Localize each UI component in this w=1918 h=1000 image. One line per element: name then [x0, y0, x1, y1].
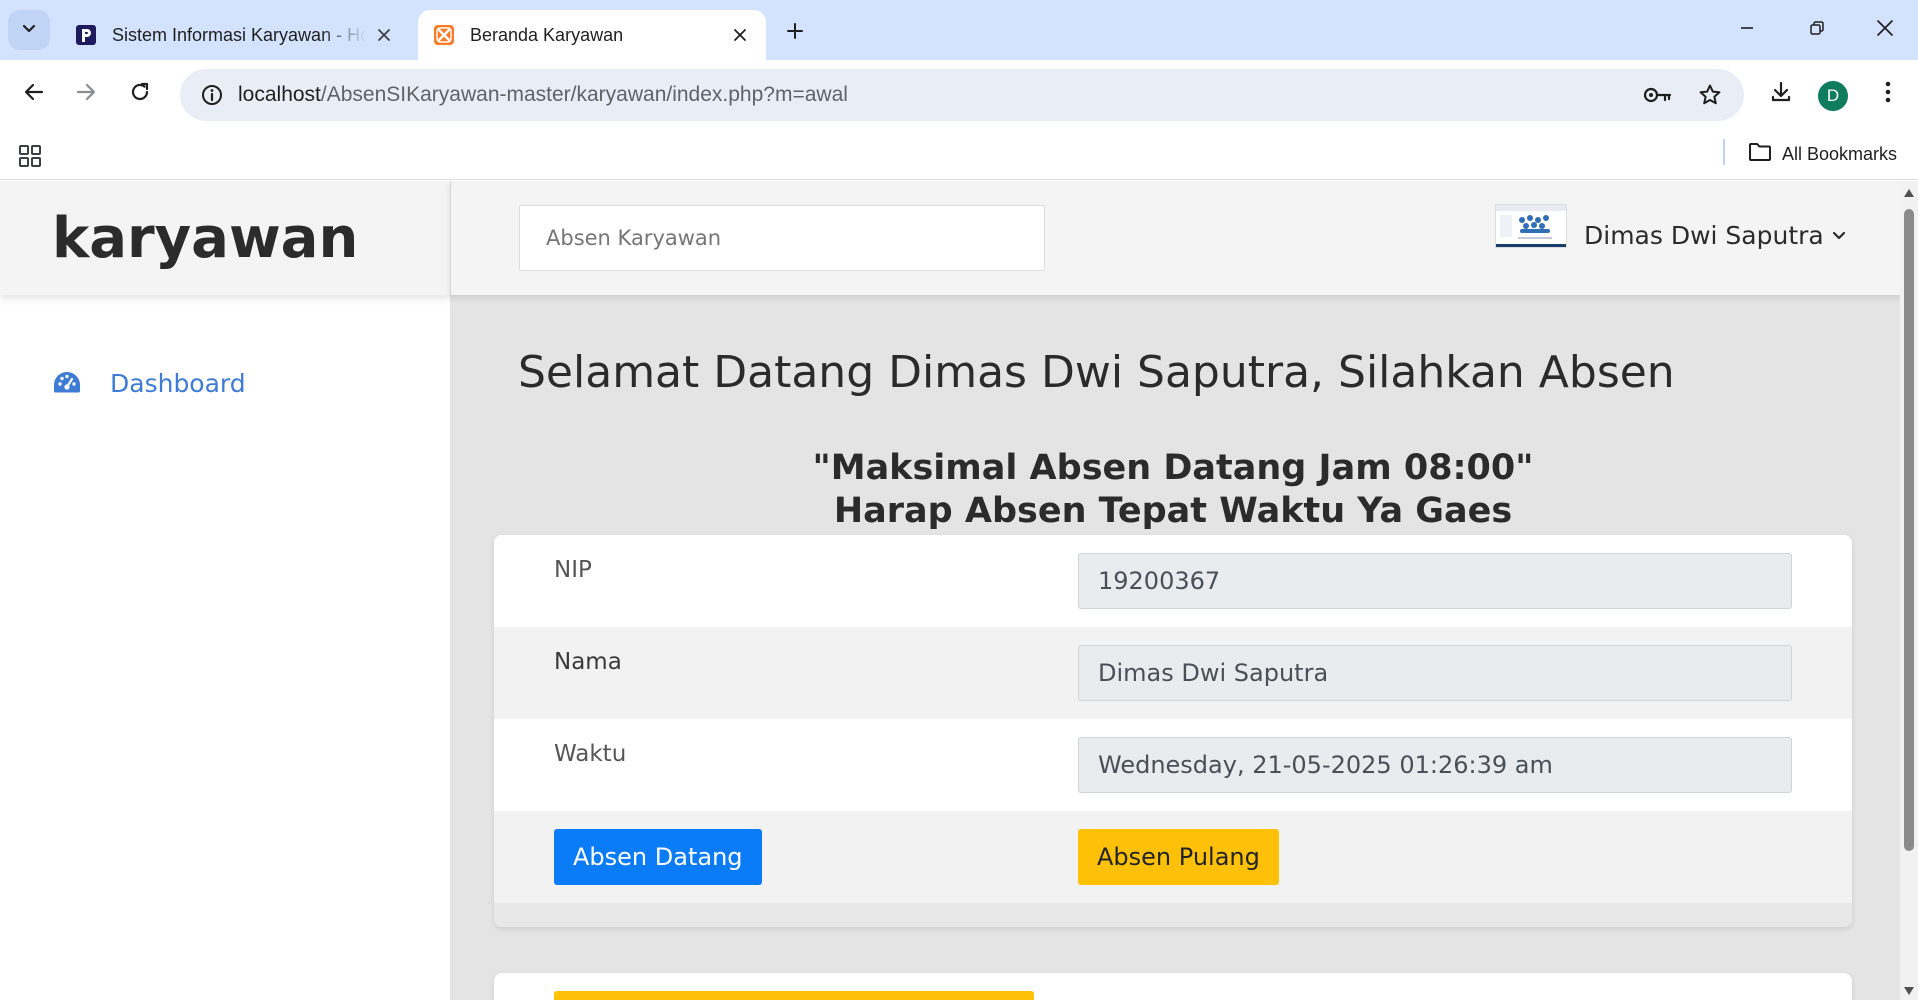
browser-menu-button[interactable]: [1866, 72, 1910, 116]
tab-title: Sistem Informasi Karyawan - Ho: [112, 24, 366, 45]
bookmark-star-icon[interactable]: [1688, 73, 1732, 117]
sidebar-item-label: Dashboard: [110, 369, 246, 398]
close-tab-icon[interactable]: [728, 23, 752, 47]
forward-button[interactable]: [64, 72, 108, 116]
bookmarks-bar: All Bookmarks: [0, 130, 1918, 180]
chevron-down-icon: [21, 20, 37, 40]
waktu-field[interactable]: [1078, 737, 1792, 793]
download-icon: [1769, 80, 1793, 108]
bookmarks-separator: [1723, 139, 1725, 165]
tab-sistem-informasi[interactable]: Sistem Informasi Karyawan - Ho: [60, 10, 410, 60]
close-window-button[interactable]: [1860, 10, 1910, 50]
nip-label: NIP: [554, 557, 592, 583]
browser-tab-strip: Sistem Informasi Karyawan - Ho Beranda K…: [0, 0, 1918, 60]
scroll-up-arrow[interactable]: [1904, 189, 1914, 197]
address-bar[interactable]: localhost/AbsenSIKaryawan-master/karyawa…: [180, 69, 1744, 121]
form-row-nip: NIP: [494, 535, 1852, 627]
back-button[interactable]: [12, 72, 56, 116]
secondary-card: [494, 973, 1852, 1000]
site-info-icon[interactable]: [186, 69, 238, 121]
all-bookmarks-label: All Bookmarks: [1782, 143, 1898, 164]
reload-button[interactable]: [118, 72, 162, 116]
p-logo-icon: [74, 23, 98, 47]
notice-line-1: "Maksimal Absen Datang Jam 08:00": [812, 448, 1534, 488]
minimize-icon: [1739, 20, 1755, 40]
page-scrollbar[interactable]: [1900, 181, 1918, 1000]
restore-button[interactable]: [1792, 10, 1842, 50]
user-name: Dimas Dwi Saputra: [1584, 221, 1824, 250]
form-row-waktu: Waktu: [494, 719, 1852, 811]
nama-label: Nama: [554, 649, 622, 675]
url-text[interactable]: localhost/AbsenSIKaryawan-master/karyawa…: [238, 83, 848, 107]
sidebar-item-dashboard[interactable]: Dashboard: [52, 369, 246, 398]
reload-icon: [129, 81, 151, 107]
notice-line-2: Harap Absen Tepat Waktu Ya Gaes: [833, 491, 1513, 531]
profile-avatar[interactable]: D: [1818, 81, 1848, 111]
form-row-actions: Absen Datang Absen Pulang: [494, 811, 1852, 903]
scrollbar-thumb[interactable]: [1904, 209, 1914, 851]
card-footer: [494, 903, 1852, 927]
xampp-icon: [432, 23, 456, 47]
minimize-button[interactable]: [1722, 10, 1772, 50]
brand-title[interactable]: karyawan: [52, 206, 358, 271]
folder-icon: [1748, 141, 1782, 168]
all-bookmarks-button[interactable]: All Bookmarks: [1748, 136, 1897, 172]
page-viewport: karyawan Dashboard Dim: [0, 181, 1918, 1000]
scroll-down-arrow[interactable]: [1904, 987, 1914, 995]
user-menu-toggle[interactable]: Dimas Dwi Saputra: [1584, 221, 1846, 250]
user-avatar[interactable]: [1496, 205, 1566, 247]
waktu-label: Waktu: [554, 741, 627, 767]
nip-field[interactable]: [1078, 553, 1792, 609]
restore-icon: [1809, 20, 1825, 40]
form-row-nama: Nama: [494, 627, 1852, 719]
downloads-button[interactable]: [1759, 72, 1803, 116]
more-vertical-icon: [1885, 81, 1891, 107]
chevron-down-icon: [1832, 231, 1846, 241]
password-key-icon[interactable]: [1636, 73, 1680, 117]
tab-title: Beranda Karyawan: [470, 24, 624, 45]
page-title: Selamat Datang Dimas Dwi Saputra, Silahk…: [518, 347, 1675, 398]
browser-toolbar: localhost/AbsenSIKaryawan-master/karyawa…: [0, 60, 1918, 130]
absen-pulang-button[interactable]: Absen Pulang: [1078, 829, 1279, 885]
search-input[interactable]: [519, 205, 1045, 271]
apps-grid-icon[interactable]: [14, 140, 46, 172]
attendance-notice: "Maksimal Absen Datang Jam 08:00" Harap …: [494, 447, 1852, 533]
secondary-card-button[interactable]: [554, 991, 1034, 1000]
nama-field[interactable]: [1078, 645, 1792, 701]
url-host: localhost: [238, 83, 321, 106]
close-icon: [1876, 19, 1894, 41]
new-tab-button[interactable]: [776, 14, 814, 52]
absen-datang-button[interactable]: Absen Datang: [554, 829, 762, 885]
attendance-form-card: NIP Nama Waktu Absen Datang Absen Pulang: [494, 535, 1852, 927]
url-path: /AbsenSIKaryawan-master/karyawan/index.p…: [320, 83, 848, 106]
tab-search-button[interactable]: [8, 10, 50, 50]
sidebar: karyawan Dashboard: [0, 181, 450, 1000]
brand-header: karyawan: [0, 181, 450, 295]
main-content: Selamat Datang Dimas Dwi Saputra, Silahk…: [450, 295, 1900, 1000]
top-navbar: Dimas Dwi Saputra: [450, 181, 1900, 295]
arrow-right-icon: [75, 81, 97, 107]
plus-icon: [785, 21, 805, 45]
tab-beranda-karyawan[interactable]: Beranda Karyawan: [418, 10, 766, 60]
arrow-left-icon: [23, 81, 45, 107]
dashboard-gauge-icon: [52, 370, 82, 398]
close-tab-icon[interactable]: [372, 23, 396, 47]
